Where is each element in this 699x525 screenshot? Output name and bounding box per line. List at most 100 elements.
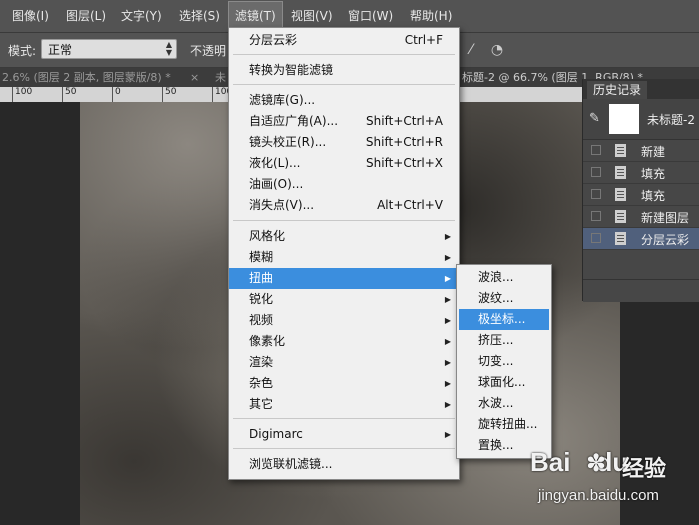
history-checkbox[interactable] bbox=[591, 211, 601, 221]
mode-select[interactable]: 正常 ▲ ▼ bbox=[41, 39, 177, 59]
triangle-right-icon: ▶ bbox=[444, 316, 451, 325]
menu-item-label: 杂色 bbox=[249, 376, 274, 390]
menu-item-noise[interactable]: 杂色 ▶ bbox=[229, 373, 459, 394]
menu-item-digimarc[interactable]: Digimarc ▶ bbox=[229, 424, 459, 445]
tablet-pressure-icon[interactable]: ◔ bbox=[488, 41, 506, 59]
menu-item-lens-correction[interactable]: 镜头校正(R)... Shift+Ctrl+R bbox=[229, 132, 459, 153]
history-checkbox[interactable] bbox=[591, 145, 601, 155]
menu-divider bbox=[233, 448, 455, 449]
menu-divider bbox=[233, 54, 455, 55]
menu-item-label: 浏览联机滤镜... bbox=[249, 457, 333, 471]
history-checkbox[interactable] bbox=[591, 167, 601, 177]
jingyan-brand: 经验 bbox=[622, 457, 667, 482]
baidu-jingyan-watermark: Bai du ✽ 经验 jingyan.baidu.com bbox=[530, 447, 690, 517]
menu-image[interactable]: 图像(I) bbox=[6, 0, 55, 32]
menu-item-label: Digimarc bbox=[249, 427, 303, 441]
menu-item-render[interactable]: 渲染 ▶ bbox=[229, 352, 459, 373]
submenu-item-pinch[interactable]: 挤压... bbox=[459, 330, 549, 351]
submenu-item-twirl[interactable]: 旋转扭曲... bbox=[459, 414, 549, 435]
history-step-label: 新建图层 bbox=[641, 211, 690, 225]
menu-item-label: 模糊 bbox=[249, 250, 274, 264]
submenu-item-polar-coordinates[interactable]: 极坐标... bbox=[459, 309, 549, 330]
history-step[interactable]: 新建 bbox=[583, 140, 699, 162]
ruler-tick: 50 bbox=[162, 87, 176, 102]
submenu-item-label: 置换... bbox=[478, 438, 514, 452]
menu-item-label: 扭曲 bbox=[249, 271, 274, 285]
menu-item-label: 渲染 bbox=[249, 355, 274, 369]
history-tab[interactable]: 历史记录 bbox=[587, 81, 648, 99]
document-icon bbox=[615, 166, 626, 179]
history-panel-footer bbox=[583, 279, 699, 302]
pressure-icon[interactable]: ⁄ bbox=[462, 41, 480, 59]
history-panel-header: 历史记录 bbox=[583, 79, 699, 99]
menu-item-liquify[interactable]: 液化(L)... Shift+Ctrl+X bbox=[229, 153, 459, 174]
submenu-item-spherize[interactable]: 球面化... bbox=[459, 372, 549, 393]
document-icon bbox=[615, 188, 626, 201]
menu-item-label: 转换为智能滤镜 bbox=[249, 63, 334, 77]
menu-item-shortcut: Alt+Ctrl+V bbox=[377, 198, 443, 212]
brush-icon[interactable]: ✎ bbox=[589, 111, 600, 126]
mode-value: 正常 bbox=[48, 43, 73, 57]
menu-item-stylize[interactable]: 风格化 ▶ bbox=[229, 226, 459, 247]
opacity-label: 不透明 bbox=[190, 44, 227, 58]
distort-submenu: 波浪... 波纹... 极坐标... 挤压... 切变... 球面化... 水波… bbox=[456, 264, 552, 459]
submenu-item-label: 挤压... bbox=[478, 333, 514, 347]
submenu-item-zigzag[interactable]: 水波... bbox=[459, 393, 549, 414]
tab-document-1[interactable]: 2.6% (图层 2 副本, 图层蒙版/8) * bbox=[2, 68, 171, 87]
menu-item-adaptive-wide-angle[interactable]: 自适应广角(A)... Shift+Ctrl+A bbox=[229, 111, 459, 132]
history-step-label: 填充 bbox=[641, 167, 666, 181]
history-snapshot[interactable]: ✎ 未标题-2 bbox=[583, 99, 699, 140]
menu-item-video[interactable]: 视频 ▶ bbox=[229, 310, 459, 331]
watermark-url: jingyan.baidu.com bbox=[538, 487, 659, 504]
ruler-tick: 0 bbox=[112, 87, 121, 102]
menu-layer[interactable]: 图层(L) bbox=[60, 0, 112, 32]
tab-close-icon[interactable]: × bbox=[190, 68, 199, 87]
menu-item-label: 分层云彩 bbox=[249, 33, 298, 47]
menu-item-filter-gallery[interactable]: 滤镜库(G)... bbox=[229, 90, 459, 111]
menu-select[interactable]: 选择(S) bbox=[173, 0, 226, 32]
menu-type[interactable]: 文字(Y) bbox=[115, 0, 168, 32]
menu-item-browse-online-filters[interactable]: 浏览联机滤镜... bbox=[229, 454, 459, 475]
history-step[interactable]: 新建图层 bbox=[583, 206, 699, 228]
history-step[interactable]: 填充 bbox=[583, 184, 699, 206]
menu-item-shortcut: Shift+Ctrl+R bbox=[365, 135, 443, 149]
history-panel: 历史记录 ✎ 未标题-2 新建 填充 填充 新建图层 分层云彩 bbox=[582, 79, 699, 302]
history-checkbox[interactable] bbox=[591, 189, 601, 199]
menu-item-label: 其它 bbox=[249, 397, 274, 411]
history-step[interactable]: 填充 bbox=[583, 162, 699, 184]
submenu-item-label: 波纹... bbox=[478, 291, 514, 305]
menu-item-label: 镜头校正(R)... bbox=[249, 135, 327, 149]
document-icon bbox=[615, 144, 626, 157]
menu-item-vanishing-point[interactable]: 消失点(V)... Alt+Ctrl+V bbox=[229, 195, 459, 216]
menu-item-convert-smart-filter[interactable]: 转换为智能滤镜 bbox=[229, 60, 459, 81]
history-checkbox[interactable] bbox=[591, 233, 601, 243]
menu-item-distort[interactable]: 扭曲 ▶ bbox=[229, 268, 459, 289]
triangle-right-icon: ▶ bbox=[444, 232, 451, 241]
menu-item-label: 液化(L)... bbox=[249, 156, 301, 170]
menu-item-oil-paint[interactable]: 油画(O)... bbox=[229, 174, 459, 195]
filter-menu: 分层云彩 Ctrl+F 转换为智能滤镜 滤镜库(G)... 自适应广角(A)..… bbox=[228, 27, 460, 480]
menu-divider bbox=[233, 418, 455, 419]
baidu-logo: Bai du bbox=[530, 447, 629, 477]
submenu-item-ripple[interactable]: 波纹... bbox=[459, 288, 549, 309]
menu-item-other[interactable]: 其它 ▶ bbox=[229, 394, 459, 415]
tab-document-2[interactable]: 未 bbox=[215, 68, 226, 87]
history-step-selected[interactable]: 分层云彩 bbox=[583, 228, 699, 250]
menu-divider bbox=[233, 220, 455, 221]
menu-item-sharpen[interactable]: 锐化 ▶ bbox=[229, 289, 459, 310]
mode-label: 模式: bbox=[8, 44, 37, 58]
document-icon bbox=[615, 232, 626, 245]
submenu-item-wave[interactable]: 波浪... bbox=[459, 267, 549, 288]
triangle-right-icon: ▶ bbox=[444, 379, 451, 388]
menu-item-clouds-difference[interactable]: 分层云彩 Ctrl+F bbox=[229, 30, 459, 51]
menu-item-pixelate[interactable]: 像素化 ▶ bbox=[229, 331, 459, 352]
menu-item-blur[interactable]: 模糊 ▶ bbox=[229, 247, 459, 268]
menu-item-shortcut: Ctrl+F bbox=[404, 33, 443, 47]
triangle-right-icon: ▶ bbox=[444, 430, 451, 439]
submenu-item-shear[interactable]: 切变... bbox=[459, 351, 549, 372]
submenu-item-label: 波浪... bbox=[478, 270, 514, 284]
triangle-right-icon: ▶ bbox=[444, 295, 451, 304]
menu-item-label: 风格化 bbox=[249, 229, 286, 243]
ruler-tick: 50 bbox=[62, 87, 76, 102]
triangle-right-icon: ▶ bbox=[444, 253, 451, 262]
